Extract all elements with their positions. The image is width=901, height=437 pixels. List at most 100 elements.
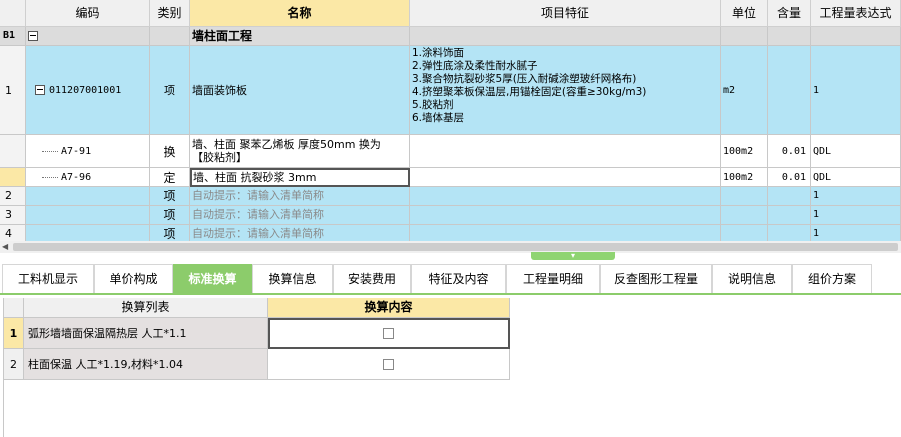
item-unit-cell[interactable]: m2 xyxy=(721,46,768,135)
item-qty-cell[interactable] xyxy=(768,46,811,135)
sub-name-cell[interactable]: 墙、柱面 聚苯乙烯板 厚度50mm 换为 【胶粘剂】 xyxy=(190,135,410,168)
item-code: 011207001001 xyxy=(49,84,122,96)
table-row[interactable]: A7-91 换 墙、柱面 聚苯乙烯板 厚度50mm 换为 【胶粘剂】 100m2… xyxy=(0,135,901,168)
sub-code: A7-96 xyxy=(61,171,92,183)
tab-features-content[interactable]: 特征及内容 xyxy=(411,264,506,293)
conversion-name[interactable]: 柱面保温 人工*1.19,材料*1.04 xyxy=(24,349,268,380)
conversion-grid: 换算列表 换算内容 1 弧形墙墙面保温隔热层 人工*1.1 2 柱面保温 人工*… xyxy=(4,298,510,382)
sub-qty-cell[interactable]: 0.01 xyxy=(768,135,811,168)
tab-conversion-info[interactable]: 换算信息 xyxy=(252,264,333,293)
feature-line: 3.聚合物抗裂砂浆5厚(压入耐碱涂塑玻纤网格布) xyxy=(412,73,637,85)
sub-expr: QDL xyxy=(813,145,832,157)
sub-features-cell[interactable] xyxy=(410,135,721,168)
header-features[interactable]: 项目特征 xyxy=(410,0,721,27)
feature-line: 4.挤塑聚苯板保温层,用锚栓固定(容重≥30kg/m3) xyxy=(412,86,647,98)
tab-quantity-detail[interactable]: 工程量明细 xyxy=(506,264,600,293)
tab-install-fee[interactable]: 安装费用 xyxy=(333,264,411,293)
item-features-cell[interactable]: 1.涂料饰面 2.弹性底涂及柔性耐水腻子 3.聚合物抗裂砂浆5厚(压入耐碱涂塑玻… xyxy=(410,46,721,135)
table-row[interactable]: 2 项 自动提示：请输入清单简称 1 xyxy=(0,187,901,206)
sub-code: A7-91 xyxy=(61,145,92,157)
sub-qty-cell[interactable]: 0.01 xyxy=(768,168,811,187)
item-code-cell[interactable]: 011207001001 xyxy=(26,46,150,135)
tab-labor-material[interactable]: 工料机显示 xyxy=(2,264,94,293)
feature-line: 2.弹性底涂及柔性耐水腻子 xyxy=(412,60,538,72)
conversion-checkbox[interactable] xyxy=(383,358,394,370)
sub-type-cell[interactable]: 换 xyxy=(150,135,190,168)
hint-type[interactable]: 项 xyxy=(150,187,190,206)
tab-pricing-plan[interactable]: 组价方案 xyxy=(792,264,872,293)
sub-code-cell[interactable]: A7-91 xyxy=(26,135,150,168)
item-name-cell[interactable]: 墙面装饰板 xyxy=(190,46,410,135)
hint-code-cell[interactable] xyxy=(26,187,150,206)
collapse-icon[interactable] xyxy=(35,85,45,95)
tab-description[interactable]: 说明信息 xyxy=(712,264,792,293)
hint-name[interactable]: 自动提示：请输入清单简称 xyxy=(190,187,410,206)
conversion-checkbox-cell[interactable] xyxy=(268,349,510,380)
tree-connector xyxy=(42,150,58,152)
conversion-checkbox-cell[interactable] xyxy=(268,318,510,349)
section-toggle-cell[interactable] xyxy=(26,27,150,46)
hint-expr[interactable]: 1 xyxy=(811,187,901,206)
row-number xyxy=(0,135,26,168)
header-qty[interactable]: 含量 xyxy=(768,0,811,27)
conversion-checkbox[interactable] xyxy=(383,327,394,339)
collapse-icon[interactable] xyxy=(28,31,38,41)
header-code[interactable]: 编码 xyxy=(26,0,150,27)
hint-features-cell[interactable] xyxy=(410,187,721,206)
table-row[interactable]: 2 柱面保温 人工*1.19,材料*1.04 xyxy=(4,349,510,380)
header-conversion-content[interactable]: 换算内容 xyxy=(268,298,510,318)
hint-features-cell[interactable] xyxy=(410,206,721,225)
sub-unit-cell[interactable]: 100m2 xyxy=(721,168,768,187)
sub-expr: QDL xyxy=(813,171,832,183)
section-name[interactable]: 墙柱面工程 xyxy=(190,27,410,46)
section-expr xyxy=(811,27,901,46)
item-expr-cell[interactable]: 1 xyxy=(811,46,901,135)
sub-type: 定 xyxy=(163,170,176,185)
sub-unit-cell[interactable]: 100m2 xyxy=(721,135,768,168)
section-qty xyxy=(768,27,811,46)
hint-qty-cell[interactable] xyxy=(768,187,811,206)
row-number: 2 xyxy=(0,187,26,206)
hint-expr[interactable]: 1 xyxy=(811,206,901,225)
row-number: 1 xyxy=(4,318,24,349)
sub-name-cell[interactable]: 墙、柱面 抗裂砂浆 3mm xyxy=(190,168,410,187)
table-row[interactable]: 1 011207001001 项 墙面装饰板 1.涂料饰面 2.弹性底涂及柔性耐… xyxy=(0,46,901,135)
sub-features-cell[interactable] xyxy=(410,168,721,187)
item-type-cell[interactable]: 项 xyxy=(150,46,190,135)
header-name[interactable]: 名称 xyxy=(190,0,410,27)
header-type[interactable]: 类别 xyxy=(150,0,190,27)
hint-unit-cell[interactable] xyxy=(721,206,768,225)
hint-type[interactable]: 项 xyxy=(150,206,190,225)
hint-unit-cell[interactable] xyxy=(721,187,768,206)
hint-code-cell[interactable] xyxy=(26,206,150,225)
conversion-name[interactable]: 弧形墙墙面保温隔热层 人工*1.1 xyxy=(24,318,268,349)
row-number: 3 xyxy=(0,206,26,225)
hint-name[interactable]: 自动提示：请输入清单简称 xyxy=(190,206,410,225)
scroll-thumb[interactable] xyxy=(13,243,898,251)
header-expr[interactable]: 工程量表达式 xyxy=(811,0,901,27)
section-type xyxy=(150,27,190,46)
sub-expr-cell[interactable]: QDL xyxy=(811,168,901,187)
item-name: 墙面装饰板 xyxy=(192,84,247,97)
section-row[interactable]: B1 墙柱面工程 xyxy=(0,27,901,46)
feature-line: 6.墙体基层 xyxy=(412,112,465,124)
table-row[interactable]: 1 弧形墙墙面保温隔热层 人工*1.1 xyxy=(4,318,510,349)
sub-code-cell[interactable]: A7-96 xyxy=(26,168,150,187)
item-unit: m2 xyxy=(723,84,736,96)
table-row[interactable]: A7-96 定 墙、柱面 抗裂砂浆 3mm 100m2 0.01 QDL xyxy=(0,168,901,187)
scroll-left-icon[interactable]: ◀ xyxy=(2,241,8,253)
tab-graphic-quantity[interactable]: 反查图形工程量 xyxy=(600,264,712,293)
tab-standard-conversion[interactable]: 标准换算 xyxy=(173,264,252,293)
header-unit[interactable]: 单位 xyxy=(721,0,768,27)
horizontal-scrollbar[interactable]: ◀ xyxy=(0,241,901,253)
panel-splitter-handle[interactable]: ▾ xyxy=(531,252,615,260)
sub-expr-cell[interactable]: QDL xyxy=(811,135,901,168)
section-id: B1 xyxy=(0,27,26,46)
tab-unit-price[interactable]: 单价构成 xyxy=(94,264,173,293)
sub-type-cell[interactable]: 定 xyxy=(150,168,190,187)
feature-line: 5.胶粘剂 xyxy=(412,99,454,111)
hint-qty-cell[interactable] xyxy=(768,206,811,225)
table-row[interactable]: 3 项 自动提示：请输入清单简称 1 xyxy=(0,206,901,225)
header-conversion-list[interactable]: 换算列表 xyxy=(24,298,268,318)
bill-grid: 编码 类别 名称 项目特征 单位 含量 工程量表达式 B1 墙柱面工程 1 01… xyxy=(0,0,901,244)
